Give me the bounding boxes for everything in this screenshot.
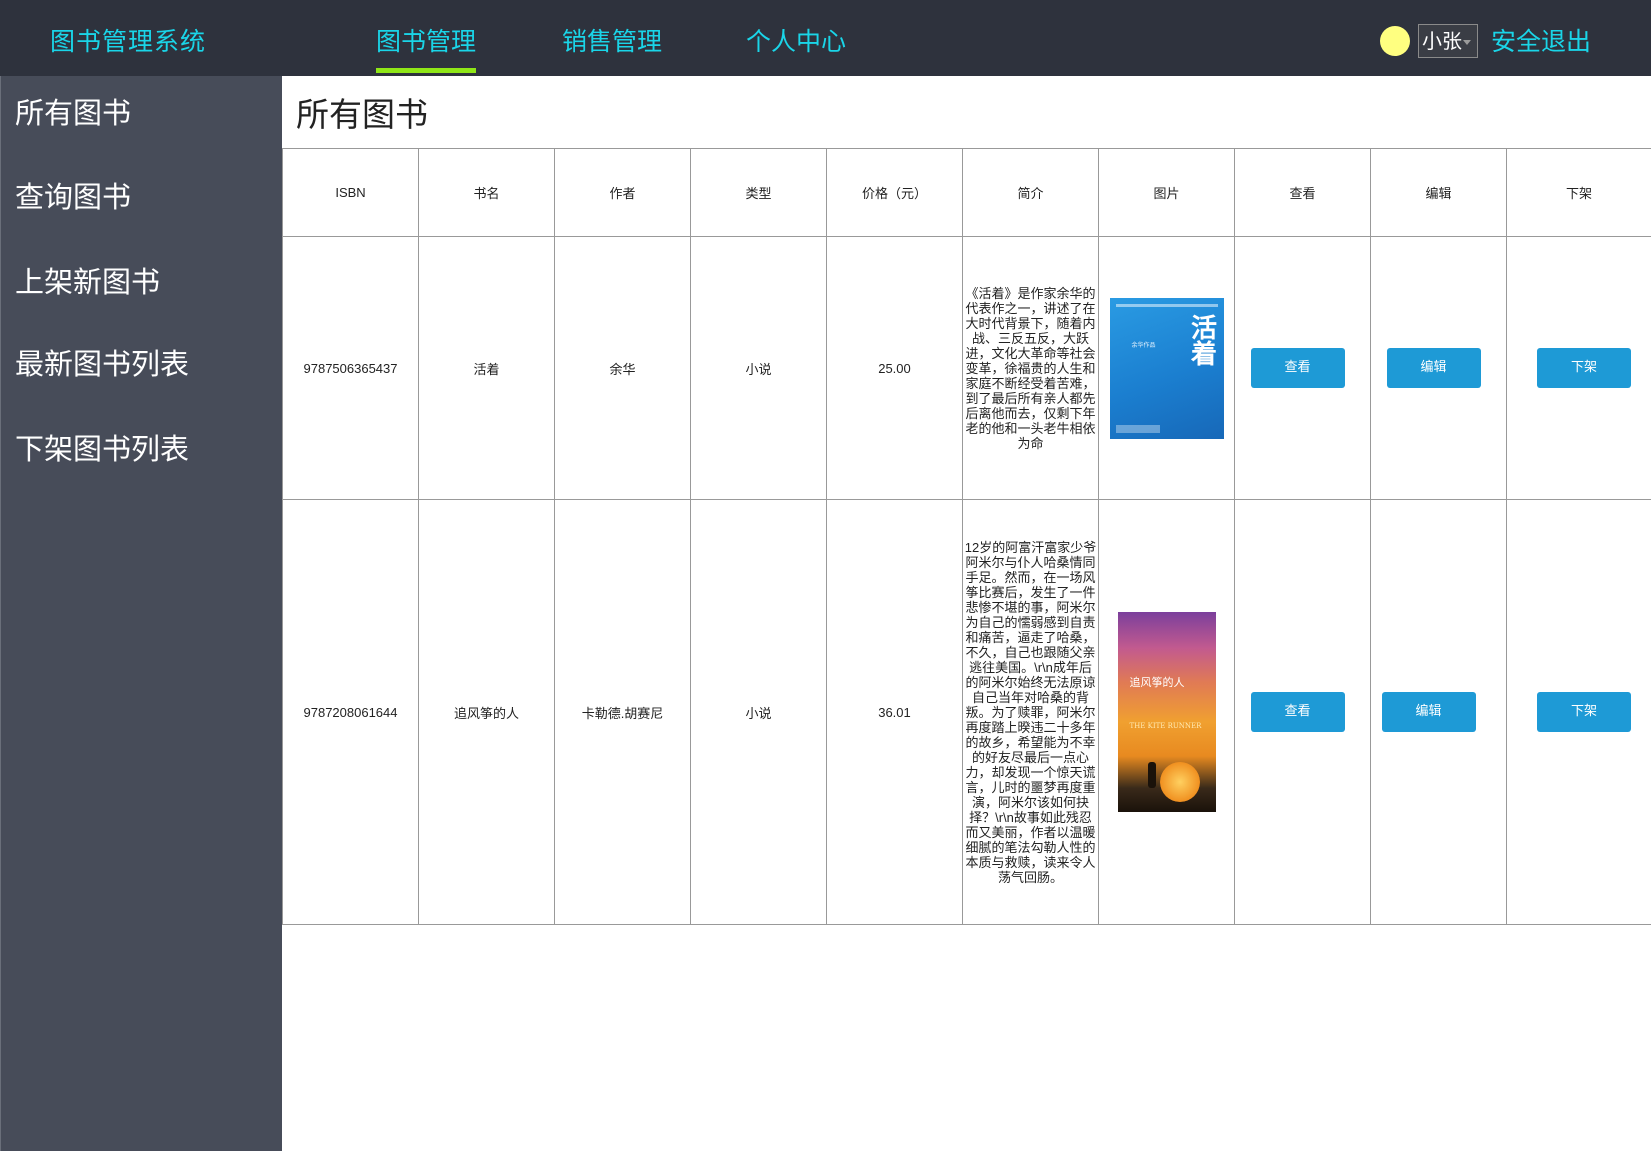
remove-button[interactable]: 下架 bbox=[1537, 692, 1631, 732]
sidebar-item-removed-books[interactable]: 下架图书列表 bbox=[15, 426, 189, 468]
cover-sun-art bbox=[1159, 762, 1200, 802]
book-cover-image: 活着 余华作品 bbox=[1109, 297, 1224, 439]
cell-price: 25.00 bbox=[826, 236, 963, 500]
cell-remove: 下架 bbox=[1506, 236, 1651, 500]
column-header-type: 类型 bbox=[690, 148, 827, 237]
cell-type: 小说 bbox=[690, 236, 827, 500]
sidebar-item-latest-books[interactable]: 最新图书列表 bbox=[15, 341, 189, 383]
book-cover-image: 追风筝的人 THE KITE RUNNER bbox=[1117, 612, 1216, 812]
nav-tab-sales-management[interactable]: 销售管理 bbox=[562, 22, 662, 58]
cell-image: 活着 余华作品 bbox=[1098, 236, 1235, 500]
cover-publisher-logo bbox=[1115, 424, 1160, 433]
books-table: ISBN 书名 作者 类型 价格（元） 简介 图片 查看 编辑 下架 97875… bbox=[282, 148, 1651, 925]
column-header-isbn: ISBN bbox=[282, 148, 419, 237]
edit-button[interactable]: 编辑 bbox=[1386, 348, 1481, 388]
cell-author: 余华 bbox=[554, 236, 691, 500]
sidebar: 所有图书 查询图书 上架新图书 最新图书列表 下架图书列表 bbox=[0, 76, 282, 1151]
cell-isbn: 9787208061644 bbox=[282, 499, 419, 925]
column-header-image: 图片 bbox=[1098, 148, 1235, 237]
nav-tab-book-management[interactable]: 图书管理 bbox=[376, 22, 477, 73]
column-header-description: 简介 bbox=[962, 148, 1099, 237]
user-dropdown[interactable]: 小张 bbox=[1418, 24, 1478, 58]
user-name: 小张 bbox=[1422, 29, 1462, 53]
description-text: 《活着》是作家余华的代表作之一，讲述了在大时代背景下，随着内战、三反五反，大跃进… bbox=[965, 285, 1096, 451]
remove-button[interactable]: 下架 bbox=[1537, 348, 1631, 388]
user-avatar[interactable] bbox=[1380, 26, 1410, 56]
table-row: 9787506365437 活着 余华 小说 25.00 《活着》是作家余华的代… bbox=[282, 236, 1651, 500]
cell-edit: 编辑 bbox=[1370, 499, 1507, 925]
column-header-edit: 编辑 bbox=[1370, 148, 1507, 237]
sidebar-item-search-books[interactable]: 查询图书 bbox=[15, 174, 131, 216]
view-button[interactable]: 查看 bbox=[1250, 692, 1345, 732]
cell-view: 查看 bbox=[1234, 499, 1371, 925]
column-header-author: 作者 bbox=[554, 148, 691, 237]
column-header-price: 价格（元） bbox=[826, 148, 963, 237]
cell-edit: 编辑 bbox=[1370, 236, 1507, 500]
view-button[interactable]: 查看 bbox=[1250, 348, 1345, 388]
table-row: 9787208061644 追风筝的人 卡勒德.胡赛尼 小说 36.01 12岁… bbox=[282, 499, 1651, 925]
logout-link[interactable]: 安全退出 bbox=[1491, 22, 1591, 58]
description-text: 12岁的阿富汗富家少爷阿米尔与仆人哈桑情同手足。然而，在一场风筝比赛后，发生了一… bbox=[964, 539, 1097, 885]
chevron-down-icon bbox=[1463, 40, 1471, 45]
cell-author: 卡勒德.胡赛尼 bbox=[554, 499, 691, 925]
cell-image: 追风筝的人 THE KITE RUNNER bbox=[1098, 499, 1235, 925]
cover-subtitle-art: 余华作品 bbox=[1131, 342, 1156, 349]
cell-description: 《活着》是作家余华的代表作之一，讲述了在大时代背景下，随着内战、三反五反，大跃进… bbox=[962, 236, 1099, 500]
sidebar-item-all-books[interactable]: 所有图书 bbox=[15, 90, 131, 132]
cover-subtitle-art: THE KITE RUNNER bbox=[1129, 722, 1202, 730]
cell-view: 查看 bbox=[1234, 236, 1371, 500]
table-header-row: ISBN 书名 作者 类型 价格（元） 简介 图片 查看 编辑 下架 bbox=[282, 148, 1651, 237]
column-header-remove: 下架 bbox=[1506, 148, 1651, 237]
page-title: 所有图书 bbox=[296, 95, 428, 134]
cell-price: 36.01 bbox=[826, 499, 963, 925]
cover-figure-art bbox=[1147, 762, 1156, 788]
cell-title: 追风筝的人 bbox=[418, 499, 555, 925]
edit-button[interactable]: 编辑 bbox=[1381, 692, 1476, 732]
cell-description: 12岁的阿富汗富家少爷阿米尔与仆人哈桑情同手足。然而，在一场风筝比赛后，发生了一… bbox=[962, 499, 1099, 925]
cover-decoration bbox=[1115, 303, 1218, 307]
top-navbar: 图书管理系统 图书管理 销售管理 个人中心 小张 安全退出 bbox=[0, 0, 1651, 76]
cover-title-art: 追风筝的人 bbox=[1129, 676, 1185, 689]
cell-remove: 下架 bbox=[1506, 499, 1651, 925]
nav-tab-personal-center[interactable]: 个人中心 bbox=[746, 22, 846, 58]
column-header-view: 查看 bbox=[1234, 148, 1371, 237]
cell-title: 活着 bbox=[418, 236, 555, 500]
cover-title-art: 活着 bbox=[1186, 313, 1217, 366]
app-brand[interactable]: 图书管理系统 bbox=[50, 22, 206, 58]
column-header-title: 书名 bbox=[418, 148, 555, 237]
sidebar-item-add-book[interactable]: 上架新图书 bbox=[15, 259, 160, 301]
cell-type: 小说 bbox=[690, 499, 827, 925]
cell-isbn: 9787506365437 bbox=[282, 236, 419, 500]
